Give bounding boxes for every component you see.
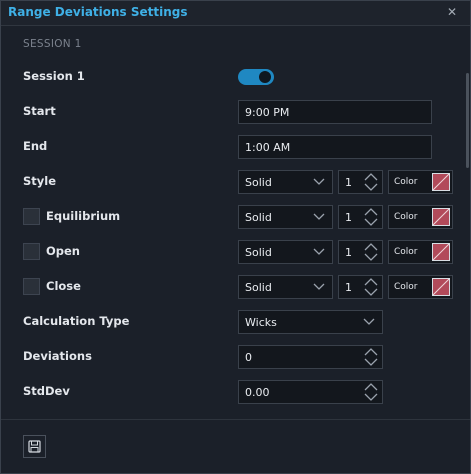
color-swatch[interactable] — [432, 208, 450, 226]
style-width-stepper[interactable]: 1 — [338, 170, 383, 194]
stepper-arrows-icon[interactable] — [363, 207, 379, 227]
open-label: Open — [46, 244, 80, 258]
title-bar: Range Deviations Settings ✕ — [1, 1, 470, 26]
deviations-label: Deviations — [23, 349, 92, 363]
footer-divider — [1, 419, 470, 420]
close-style-select[interactable]: Solid — [238, 275, 333, 299]
session-toggle[interactable] — [238, 69, 274, 85]
color-swatch[interactable] — [432, 278, 450, 296]
color-label: Color — [394, 212, 418, 222]
color-swatch[interactable] — [432, 243, 450, 261]
dialog-title: Range Deviations Settings — [8, 5, 188, 19]
settings-dialog: Range Deviations Settings ✕ SESSION 1 Se… — [0, 0, 471, 474]
stddev-label: StdDev — [23, 384, 70, 398]
open-color-picker[interactable]: Color — [388, 240, 453, 264]
start-time-input[interactable]: 9:00 PM — [238, 100, 432, 124]
stepper-arrows-icon[interactable] — [363, 172, 379, 192]
equilibrium-label: Equilibrium — [46, 209, 121, 223]
style-label: Style — [23, 174, 57, 188]
open-style-select[interactable]: Solid — [238, 240, 333, 264]
close-checkbox[interactable] — [23, 278, 40, 295]
color-swatch[interactable] — [432, 173, 450, 191]
equilibrium-width-value: 1 — [345, 211, 352, 224]
open-style-value: Solid — [245, 246, 272, 259]
chevron-down-icon — [313, 248, 325, 255]
style-width-value: 1 — [345, 176, 352, 189]
close-label: Close — [46, 279, 81, 293]
deviations-value: 0 — [245, 351, 252, 364]
chevron-down-icon — [313, 213, 325, 220]
equilibrium-checkbox[interactable] — [23, 208, 40, 225]
close-icon[interactable]: ✕ — [445, 5, 459, 19]
save-icon — [28, 440, 41, 453]
equilibrium-width-stepper[interactable]: 1 — [338, 205, 383, 229]
open-width-stepper[interactable]: 1 — [338, 240, 383, 264]
style-select[interactable]: Solid — [238, 170, 333, 194]
close-color-picker[interactable]: Color — [388, 275, 453, 299]
calculation-type-value: Wicks — [245, 316, 277, 329]
end-label: End — [23, 139, 48, 153]
open-width-value: 1 — [345, 246, 352, 259]
chevron-down-icon — [313, 178, 325, 185]
stddev-stepper[interactable]: 0.00 — [238, 380, 383, 404]
calculation-type-select[interactable]: Wicks — [238, 310, 383, 334]
color-label: Color — [394, 282, 418, 292]
color-label: Color — [394, 177, 418, 187]
stepper-arrows-icon[interactable] — [363, 277, 379, 297]
close-style-value: Solid — [245, 281, 272, 294]
stddev-value: 0.00 — [245, 386, 270, 399]
color-label: Color — [394, 247, 418, 257]
deviations-stepper[interactable]: 0 — [238, 345, 383, 369]
equilibrium-style-value: Solid — [245, 211, 272, 224]
calculation-type-label: Calculation Type — [23, 314, 130, 328]
style-color-picker[interactable]: Color — [388, 170, 453, 194]
close-width-value: 1 — [345, 281, 352, 294]
stepper-arrows-icon[interactable] — [363, 382, 379, 402]
equilibrium-style-select[interactable]: Solid — [238, 205, 333, 229]
save-button[interactable] — [23, 435, 46, 458]
chevron-down-icon — [313, 283, 325, 290]
scrollbar[interactable] — [466, 73, 469, 168]
toggle-knob — [259, 71, 271, 83]
equilibrium-color-picker[interactable]: Color — [388, 205, 453, 229]
chevron-down-icon — [363, 318, 375, 325]
style-select-value: Solid — [245, 176, 272, 189]
start-label: Start — [23, 104, 56, 118]
close-width-stepper[interactable]: 1 — [338, 275, 383, 299]
open-checkbox[interactable] — [23, 243, 40, 260]
stepper-arrows-icon[interactable] — [363, 242, 379, 262]
section-title: SESSION 1 — [23, 38, 82, 50]
end-time-input[interactable]: 1:00 AM — [238, 135, 432, 159]
session-toggle-label: Session 1 — [23, 69, 85, 83]
stepper-arrows-icon[interactable] — [363, 347, 379, 367]
